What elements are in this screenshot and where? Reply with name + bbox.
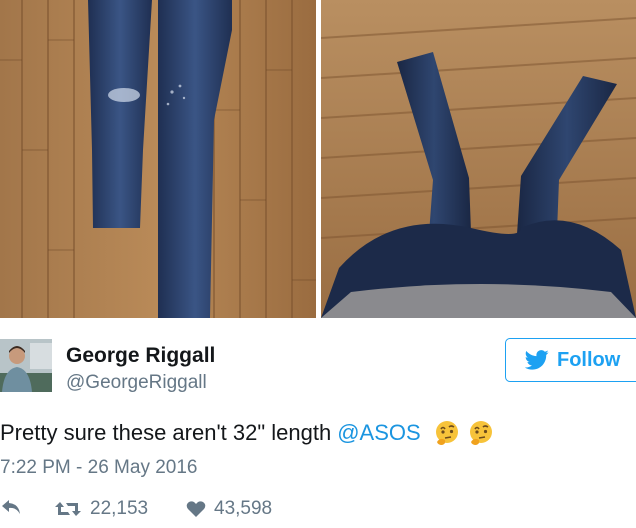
retweet-button[interactable]: 22,153 bbox=[54, 498, 148, 520]
thinking-face-emoji-icon bbox=[435, 421, 458, 445]
like-count: 43,598 bbox=[214, 498, 273, 519]
like-button[interactable]: 43,598 bbox=[186, 498, 272, 520]
retweet-count: 22,153 bbox=[90, 498, 149, 519]
mention-link[interactable]: @ASOS bbox=[337, 420, 420, 446]
tweet-text: Pretty sure these aren't 32" length @ASO… bbox=[0, 419, 495, 447]
wearing-jeans-image bbox=[321, 0, 636, 318]
tweet-photo-right[interactable] bbox=[321, 0, 636, 318]
reply-button[interactable] bbox=[0, 498, 22, 516]
avatar[interactable] bbox=[0, 339, 52, 392]
tweet-photo-left[interactable] bbox=[0, 0, 316, 318]
tweet-actions: 22,153 43,598 bbox=[0, 498, 636, 528]
follow-button[interactable]: Follow bbox=[505, 338, 636, 382]
author-name[interactable]: George Riggall bbox=[66, 344, 215, 368]
jeans-on-floor-image bbox=[0, 0, 316, 318]
retweet-icon bbox=[55, 502, 81, 516]
follow-button-label: Follow bbox=[557, 348, 621, 371]
heart-icon bbox=[186, 501, 206, 517]
thinking-face-emoji-icon bbox=[469, 421, 492, 445]
reply-icon bbox=[2, 500, 20, 514]
tweet-body: Pretty sure these aren't 32" length bbox=[0, 420, 332, 445]
author-handle[interactable]: @GeorgeRiggall bbox=[66, 372, 207, 394]
twitter-bird-icon bbox=[525, 350, 549, 370]
avatar-image bbox=[0, 339, 52, 392]
tweet-timestamp[interactable]: 7:22 PM - 26 May 2016 bbox=[0, 457, 198, 479]
